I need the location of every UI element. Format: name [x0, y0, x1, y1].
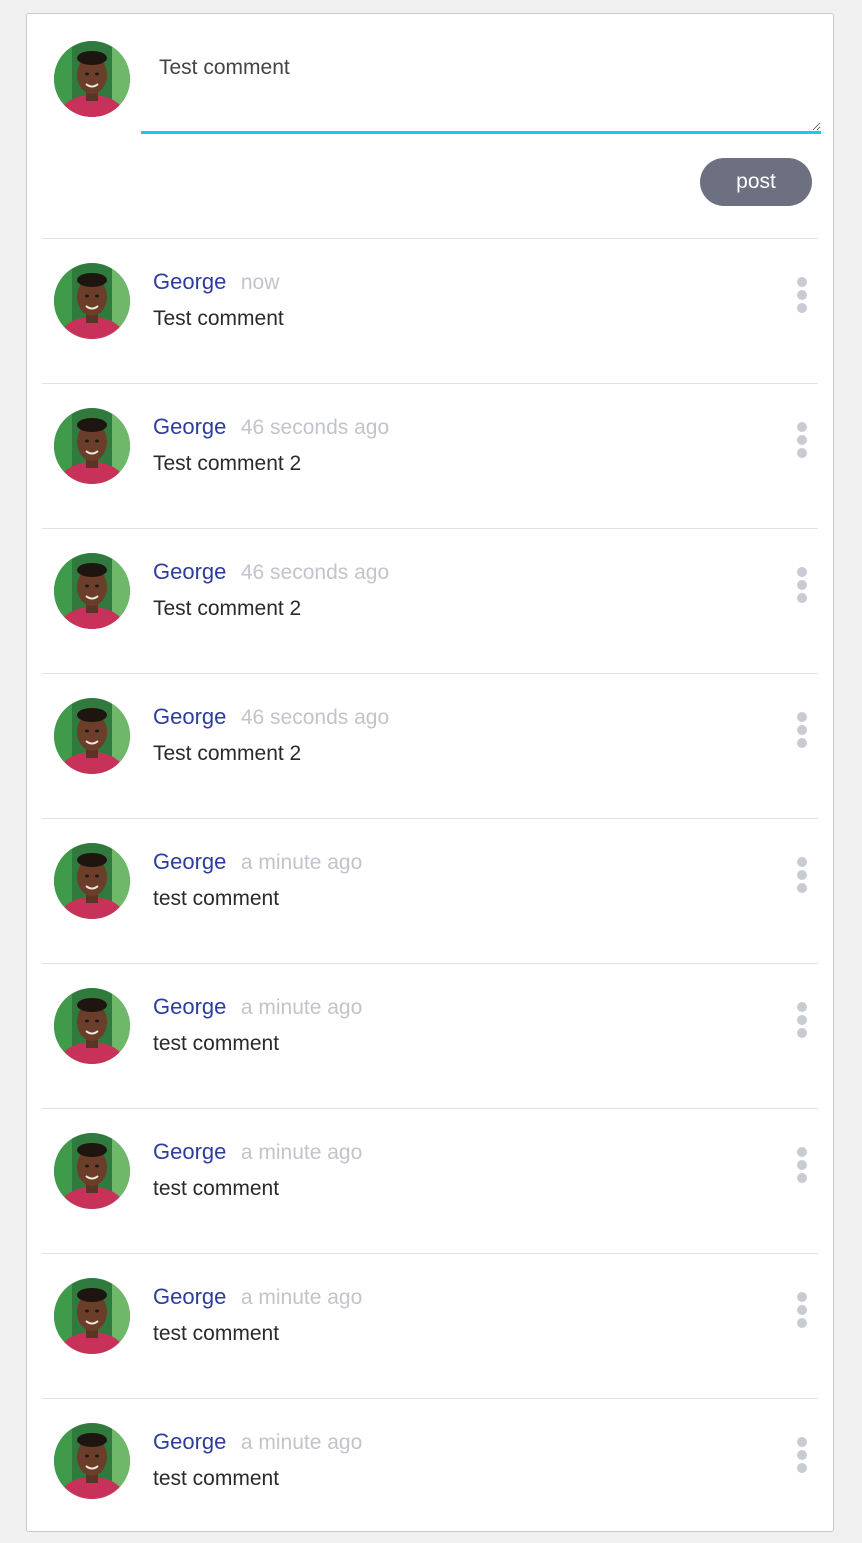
comment-header: George now — [153, 269, 279, 295]
commenter-avatar — [54, 408, 130, 484]
more-options-icon[interactable] — [789, 1292, 815, 1332]
comment-author[interactable]: George — [153, 414, 226, 439]
more-options-icon[interactable] — [789, 277, 815, 317]
comment-author[interactable]: George — [153, 1429, 226, 1454]
comment-author[interactable]: George — [153, 269, 226, 294]
comment-text: test comment — [153, 887, 280, 910]
comment-text: Test comment 2 — [153, 452, 302, 475]
comment-composer: Test comment post — [27, 14, 833, 238]
comment-text: test comment — [153, 1032, 280, 1055]
commenter-avatar — [54, 263, 130, 339]
comment-header: George 46 seconds ago — [153, 559, 389, 585]
post-button[interactable]: post — [700, 158, 812, 206]
comment-item: George a minute ago test comment — [42, 963, 818, 1108]
comment-item: George 46 seconds ago Test comment 2 — [42, 383, 818, 528]
comments-card: Test comment post George now Test commen… — [26, 13, 834, 1532]
comment-author[interactable]: George — [153, 559, 226, 584]
comment-item: George a minute ago test comment — [42, 1398, 818, 1543]
comment-text: Test comment — [153, 307, 284, 330]
more-options-icon[interactable] — [789, 422, 815, 462]
more-options-icon[interactable] — [789, 567, 815, 607]
comment-header: George a minute ago — [153, 849, 362, 875]
commenter-avatar — [54, 988, 130, 1064]
more-options-icon[interactable] — [789, 1147, 815, 1187]
comment-header: George a minute ago — [153, 1429, 362, 1455]
comment-timestamp: now — [240, 271, 280, 294]
comment-timestamp: a minute ago — [240, 1431, 363, 1454]
comment-author[interactable]: George — [153, 1139, 226, 1164]
commenter-avatar — [54, 553, 130, 629]
comment-header: George a minute ago — [153, 1139, 362, 1165]
comment-text: test comment — [153, 1177, 280, 1200]
comment-item: George 46 seconds ago Test comment 2 — [42, 673, 818, 818]
comment-header: George a minute ago — [153, 994, 362, 1020]
comment-timestamp: 46 seconds ago — [240, 416, 390, 439]
commenter-avatar — [54, 1133, 130, 1209]
comment-timestamp: 46 seconds ago — [240, 706, 390, 729]
comment-timestamp: a minute ago — [240, 851, 363, 874]
comment-text: Test comment 2 — [153, 742, 302, 765]
more-options-icon[interactable] — [789, 712, 815, 752]
comment-author[interactable]: George — [153, 849, 226, 874]
user-avatar — [54, 41, 130, 117]
comment-timestamp: a minute ago — [240, 1286, 363, 1309]
comment-header: George 46 seconds ago — [153, 704, 389, 730]
comment-header: George 46 seconds ago — [153, 414, 389, 440]
comment-item: George a minute ago test comment — [42, 1253, 818, 1398]
comment-input[interactable]: Test comment — [141, 46, 821, 134]
comment-list: George now Test comment George 46 second… — [27, 238, 833, 1543]
comment-author[interactable]: George — [153, 1284, 226, 1309]
comment-author[interactable]: George — [153, 994, 226, 1019]
commenter-avatar — [54, 698, 130, 774]
comment-item: George a minute ago test comment — [42, 1108, 818, 1253]
comment-timestamp: a minute ago — [240, 996, 363, 1019]
comment-timestamp: 46 seconds ago — [240, 561, 390, 584]
comment-timestamp: a minute ago — [240, 1141, 363, 1164]
comment-item: George now Test comment — [42, 238, 818, 383]
more-options-icon[interactable] — [789, 857, 815, 897]
comment-text: Test comment 2 — [153, 597, 302, 620]
commenter-avatar — [54, 1423, 130, 1499]
comment-item: George 46 seconds ago Test comment 2 — [42, 528, 818, 673]
commenter-avatar — [54, 1278, 130, 1354]
comment-author[interactable]: George — [153, 704, 226, 729]
comment-item: George a minute ago test comment — [42, 818, 818, 963]
commenter-avatar — [54, 843, 130, 919]
comment-text: test comment — [153, 1322, 280, 1345]
more-options-icon[interactable] — [789, 1437, 815, 1477]
comment-text: test comment — [153, 1467, 280, 1490]
more-options-icon[interactable] — [789, 1002, 815, 1042]
comment-header: George a minute ago — [153, 1284, 362, 1310]
